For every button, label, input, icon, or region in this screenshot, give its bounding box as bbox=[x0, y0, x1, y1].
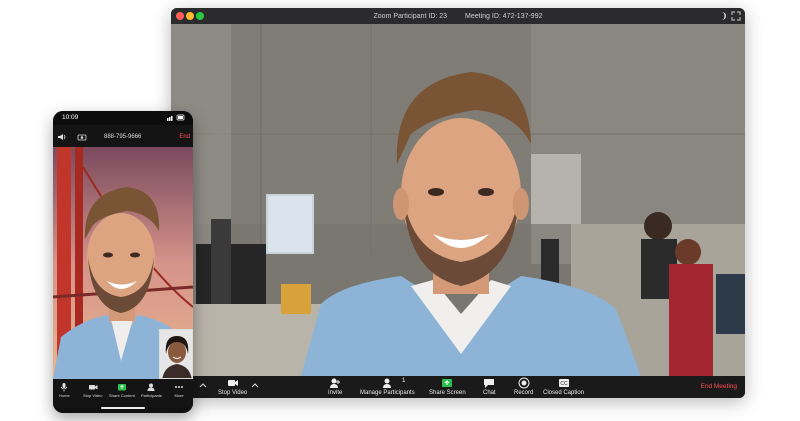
invite-icon bbox=[330, 378, 341, 388]
video-options-chevron-icon[interactable] bbox=[251, 382, 259, 390]
phone-meeting-id: 888-795-9666 bbox=[104, 134, 142, 140]
phone-home-button[interactable]: Home bbox=[59, 382, 70, 398]
participants-count-badge: 1 bbox=[402, 378, 406, 384]
phone-participants-button[interactable]: Participants bbox=[141, 382, 162, 398]
stop-video-label: Stop Video bbox=[218, 390, 248, 396]
phone-status-bar: 10:09 bbox=[53, 111, 193, 125]
phone-more-button[interactable]: More bbox=[174, 382, 184, 398]
closed-caption-icon: CC bbox=[558, 379, 569, 387]
desktop-meeting-window: Zoom Participant ID: 23 Meeting ID: 472-… bbox=[171, 8, 745, 398]
participant-id-label: Zoom Participant ID: 23 bbox=[373, 12, 448, 20]
phone-home-label: Home bbox=[59, 393, 70, 398]
view-toggle-icon[interactable] bbox=[717, 11, 727, 21]
share-screen-icon bbox=[442, 379, 453, 387]
signal-battery-icon bbox=[167, 114, 185, 121]
office-scene-image bbox=[171, 24, 745, 376]
chat-label: Chat bbox=[483, 390, 496, 396]
invite-button[interactable]: Invite bbox=[328, 377, 342, 396]
record-button[interactable]: Record bbox=[514, 377, 533, 396]
chat-button[interactable]: Chat bbox=[483, 377, 496, 396]
phone-stop-video-button[interactable]: Stop Video bbox=[83, 382, 103, 398]
svg-text:CC: CC bbox=[560, 381, 568, 387]
manage-participants-label: Manage Participants bbox=[360, 390, 415, 396]
meeting-id-label: Meeting ID: 472-137-992 bbox=[465, 12, 543, 20]
fullscreen-icon[interactable] bbox=[731, 11, 741, 21]
share-icon bbox=[117, 384, 126, 391]
invite-label: Invite bbox=[328, 390, 343, 396]
chat-icon bbox=[484, 379, 495, 388]
stop-video-button[interactable]: Stop Video bbox=[218, 377, 247, 396]
window-titlebar: Zoom Participant ID: 23 Meeting ID: 472-… bbox=[171, 8, 745, 24]
video-camera-icon bbox=[88, 385, 98, 390]
speaker-icon[interactable] bbox=[57, 133, 67, 141]
phone-meeting-view: 10:09 888-795-9666 End Home Stop Video S… bbox=[53, 111, 193, 413]
more-icon bbox=[175, 386, 183, 388]
window-close-button[interactable] bbox=[176, 12, 184, 20]
self-view-image bbox=[160, 330, 192, 378]
window-maximize-button[interactable] bbox=[196, 12, 204, 20]
record-icon bbox=[518, 377, 530, 389]
phone-more-label: More bbox=[174, 393, 184, 398]
manage-participants-icon bbox=[383, 378, 392, 388]
phone-share-content-label: Share Content bbox=[109, 393, 135, 398]
stop-video-icon bbox=[227, 380, 238, 386]
self-view-thumbnail[interactable] bbox=[159, 329, 193, 379]
manage-participants-button[interactable]: Manage Participants bbox=[360, 377, 415, 396]
phone-stop-video-label: Stop Video bbox=[83, 393, 103, 398]
meeting-toolbar: Stop Video Invite Manage Participants 1 … bbox=[171, 376, 745, 398]
phone-end-button[interactable]: End bbox=[179, 134, 190, 140]
share-screen-button[interactable]: Share Screen bbox=[429, 377, 466, 396]
audio-options-chevron-icon[interactable] bbox=[199, 382, 207, 390]
closed-caption-button[interactable]: CC Closed Caption bbox=[543, 377, 584, 396]
window-minimize-button[interactable] bbox=[186, 12, 194, 20]
camera-switch-icon[interactable] bbox=[77, 133, 87, 141]
share-screen-label: Share Screen bbox=[429, 390, 466, 396]
closed-caption-label: Closed Caption bbox=[543, 390, 585, 396]
phone-toolbar: Home Stop Video Share Content Participan… bbox=[53, 379, 193, 407]
participants-icon bbox=[147, 383, 155, 391]
phone-participants-label: Participants bbox=[141, 393, 162, 398]
phone-meeting-header: 888-795-9666 End bbox=[53, 125, 193, 147]
phone-clock: 10:09 bbox=[62, 114, 79, 121]
phone-share-content-button[interactable]: Share Content bbox=[109, 382, 135, 398]
mic-icon bbox=[61, 383, 68, 392]
record-label: Record bbox=[514, 390, 534, 396]
end-meeting-button[interactable]: End Meeting bbox=[701, 383, 738, 390]
home-indicator-bar bbox=[101, 407, 145, 409]
main-video-feed bbox=[171, 24, 745, 376]
